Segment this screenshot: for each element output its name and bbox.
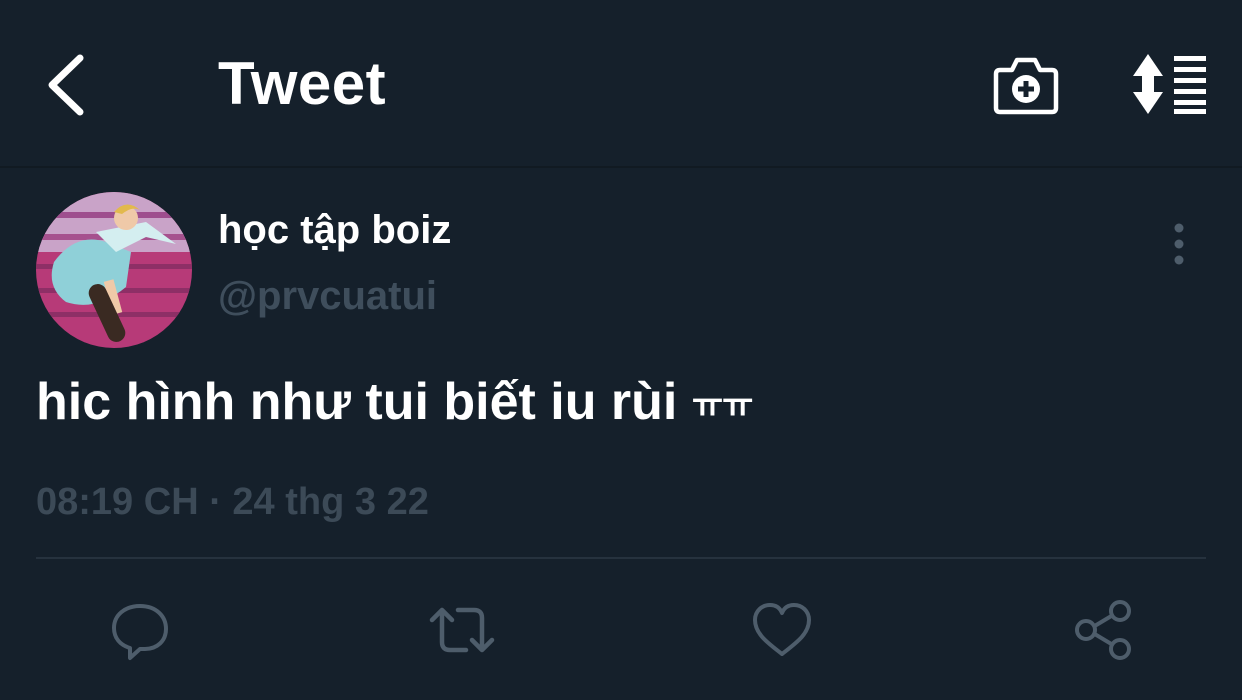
meta-separator: · (209, 481, 222, 523)
tweet-emoticon: ㅠㅠ (691, 387, 754, 425)
sort-icon[interactable] (1130, 54, 1210, 114)
more-options-icon[interactable] (1164, 222, 1194, 266)
page-title: Tweet (218, 50, 387, 117)
author-handle[interactable]: @prvcuatui (218, 272, 437, 320)
author-name[interactable]: học tập boiz (218, 206, 451, 254)
tweet-timestamp: 08:19 CH · 24 thg 3 22 (36, 480, 429, 524)
camera-add-icon[interactable] (992, 52, 1060, 116)
tweet-date: 24 thg 3 22 (232, 481, 429, 523)
divider (36, 557, 1206, 559)
share-icon[interactable] (1072, 598, 1136, 662)
tweet-text: hic hình như tui biết iu rùi ㅠㅠ (36, 372, 754, 436)
reply-icon[interactable] (108, 598, 172, 662)
avatar[interactable] (36, 192, 192, 348)
retweet-icon[interactable] (428, 598, 496, 662)
top-bar: Tweet (0, 0, 1242, 168)
tweet-body: hic hình như tui biết iu rùi (36, 373, 678, 431)
like-icon[interactable] (750, 598, 814, 662)
back-arrow-icon[interactable] (40, 50, 96, 120)
tweet-time: 08:19 CH (36, 481, 199, 523)
